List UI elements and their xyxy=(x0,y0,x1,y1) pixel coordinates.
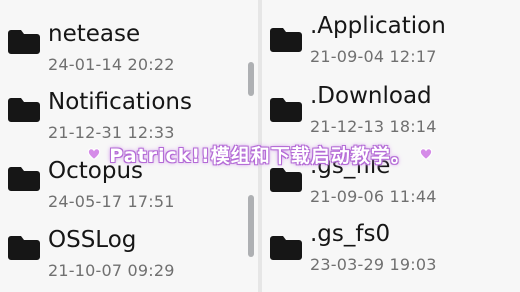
folder-icon xyxy=(8,167,40,191)
file-name: Octopus xyxy=(48,158,143,184)
right-file-pane: .Application 21-09-04 12:17 .Download 21… xyxy=(262,0,520,292)
file-item-osslog[interactable]: OSSLog 21-10-07 09:29 xyxy=(0,226,258,292)
file-date: 21-12-13 18:14 xyxy=(310,117,437,136)
folder-icon xyxy=(270,236,302,260)
file-name: .Application xyxy=(310,13,446,39)
folder-icon xyxy=(8,98,40,122)
file-item-gs-fs0[interactable]: .gs_fs0 23-03-29 19:03 xyxy=(262,220,520,286)
left-file-pane: netease 24-01-14 20:22 Notifications 21-… xyxy=(0,0,258,292)
folder-icon xyxy=(8,236,40,260)
folder-icon xyxy=(270,168,302,192)
file-name: .gs_file xyxy=(310,153,391,179)
file-date: 21-09-04 12:17 xyxy=(310,47,437,66)
file-date: 23-03-29 19:03 xyxy=(310,255,437,274)
file-date: 21-12-31 12:33 xyxy=(48,123,175,142)
left-scrollbar-thumb-upper[interactable] xyxy=(248,62,254,96)
folder-icon xyxy=(8,30,40,54)
file-name: .gs_fs0 xyxy=(310,221,391,247)
file-date: 24-01-14 20:22 xyxy=(48,55,175,74)
file-name: OSSLog xyxy=(48,227,137,253)
file-item-notifications[interactable]: Notifications 21-12-31 12:33 xyxy=(0,88,258,154)
file-name: Notifications xyxy=(48,89,192,115)
file-item-octopus[interactable]: Octopus 24-05-17 17:51 xyxy=(0,157,258,223)
left-scrollbar-thumb[interactable] xyxy=(248,195,254,257)
file-name: netease xyxy=(48,21,141,47)
file-date: 24-05-17 17:51 xyxy=(48,192,175,211)
file-item-netease[interactable]: netease 24-01-14 20:22 xyxy=(0,20,258,86)
folder-icon xyxy=(270,28,302,52)
file-item-download[interactable]: .Download 21-12-13 18:14 xyxy=(262,82,520,148)
file-name: .Download xyxy=(310,83,432,109)
file-date: 21-09-06 11:44 xyxy=(310,187,437,206)
file-item-gs-file[interactable]: .gs_file 21-09-06 11:44 xyxy=(262,152,520,218)
file-date: 21-10-07 09:29 xyxy=(48,261,175,280)
file-item-application[interactable]: .Application 21-09-04 12:17 xyxy=(262,12,520,78)
folder-icon xyxy=(270,98,302,122)
